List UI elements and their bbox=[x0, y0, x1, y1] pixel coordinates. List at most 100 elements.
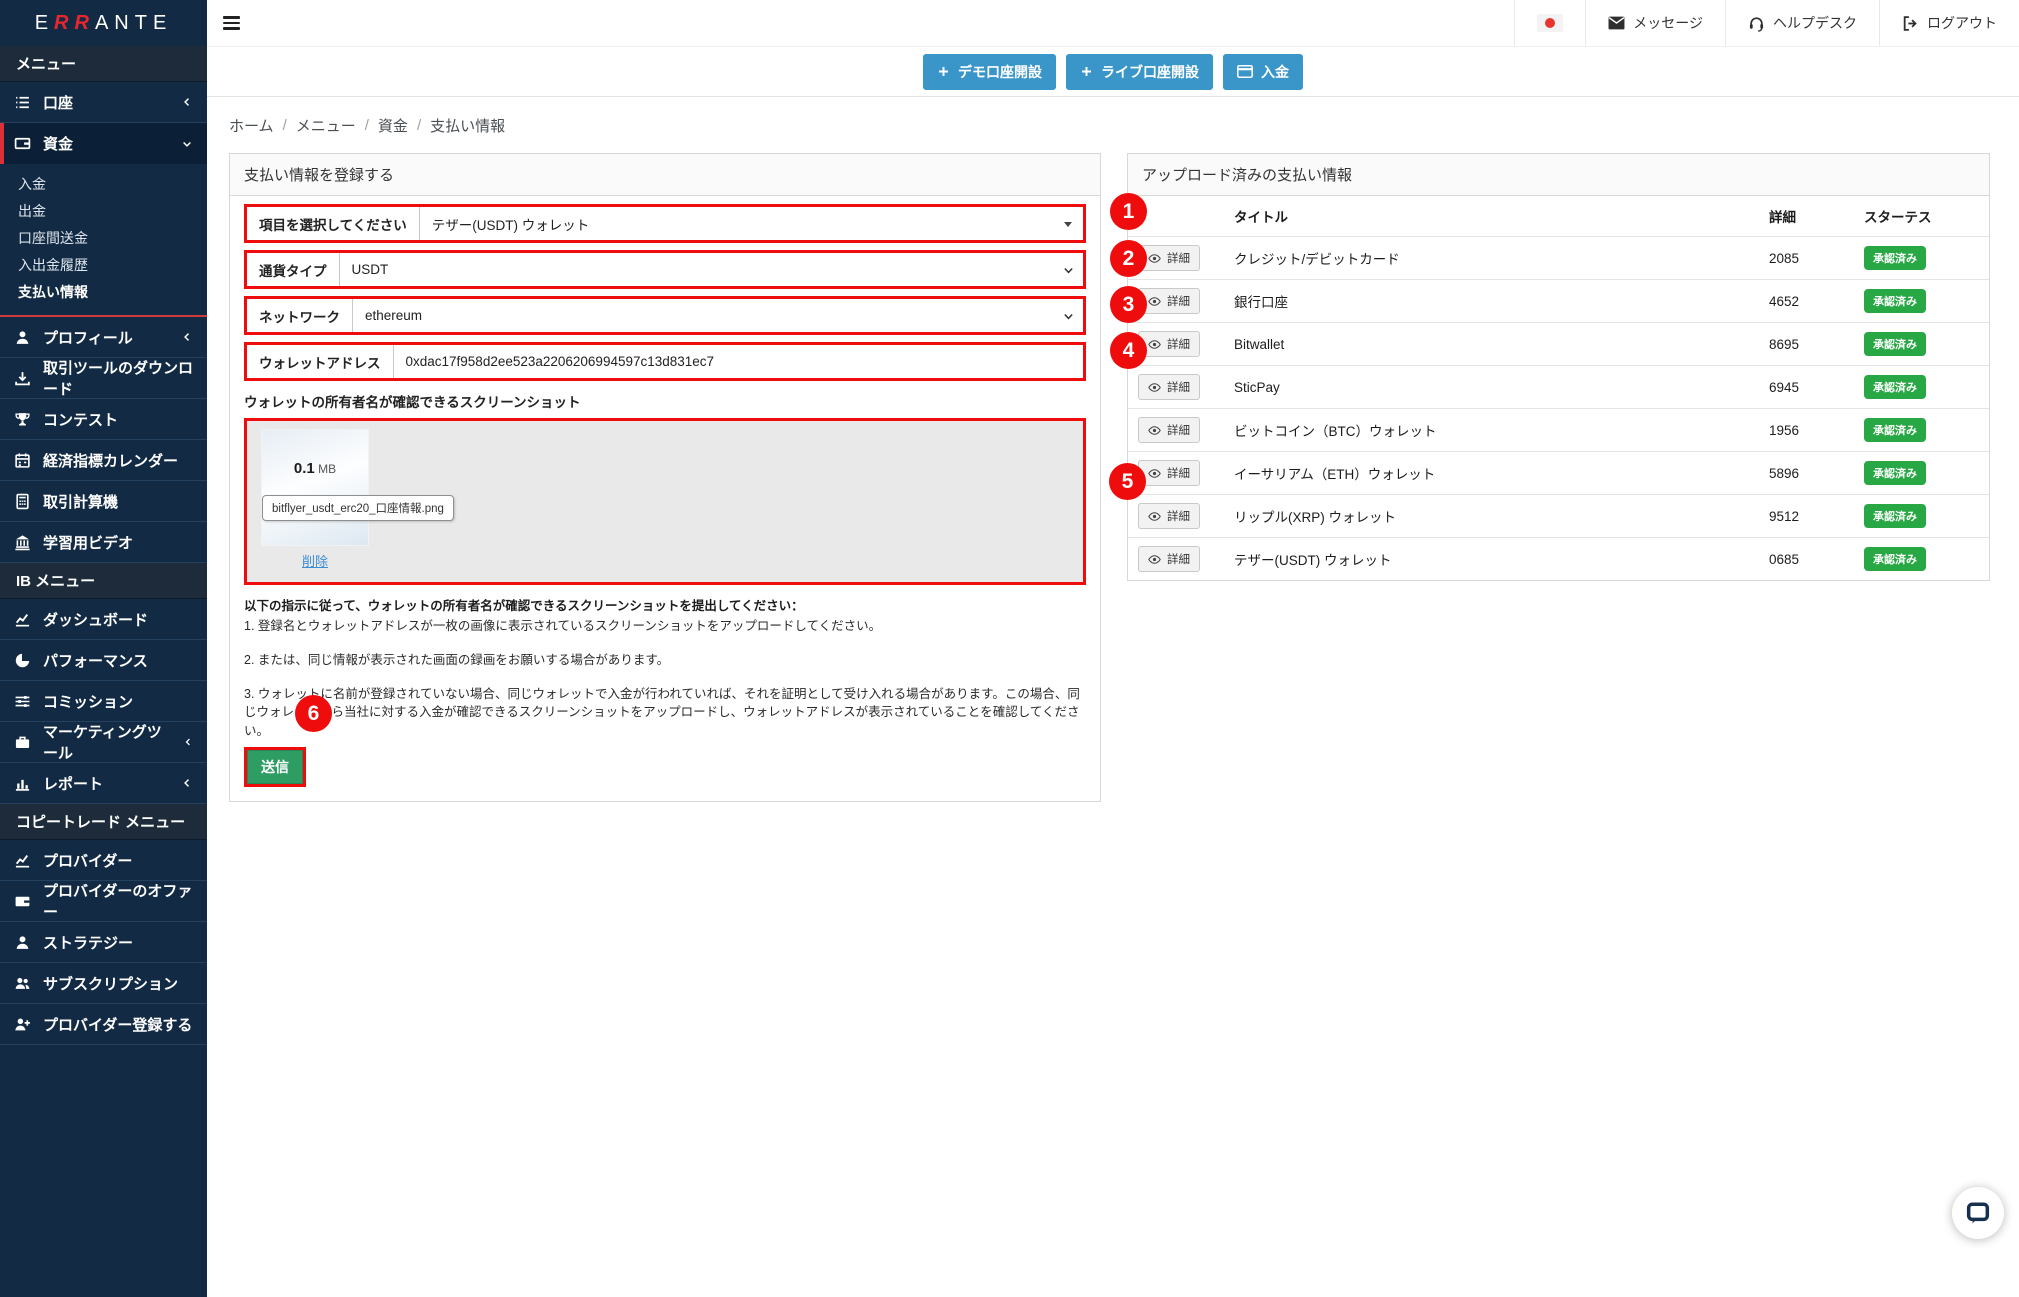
sidebar-item-label: サブスクリプション bbox=[43, 973, 178, 994]
detail-button-label: 詳細 bbox=[1167, 379, 1190, 395]
open-live-account-button[interactable]: ライブ口座開設 bbox=[1066, 54, 1213, 90]
sidebar-item-profile[interactable]: プロフィール bbox=[0, 317, 207, 358]
sidebar-subitem-internal-transfer[interactable]: 口座間送金 bbox=[0, 224, 207, 251]
sidebar-item-download-tools[interactable]: 取引ツールのダウンロード bbox=[0, 358, 207, 399]
sidebar-item-subscription[interactable]: サブスクリプション bbox=[0, 963, 207, 1004]
sidebar-item-provider[interactable]: プロバイダー bbox=[0, 840, 207, 881]
breadcrumb-menu[interactable]: メニュー bbox=[296, 115, 356, 136]
table-row: 詳細 SticPay 6945 承認済み bbox=[1128, 366, 1989, 409]
headset-icon bbox=[1748, 15, 1765, 32]
network-value: ethereum bbox=[365, 308, 422, 323]
table-row: 詳細 リップル(XRP) ウォレット 9512 承認済み bbox=[1128, 495, 1989, 538]
quick-actions-bar: デモ口座開設 ライブ口座開設 入金 bbox=[207, 47, 2019, 97]
payment-title: Bitwallet bbox=[1224, 323, 1759, 366]
wallet-address-label: ウォレットアドレス bbox=[247, 345, 394, 378]
eye-icon bbox=[1148, 511, 1161, 522]
detail-button[interactable]: 詳細 bbox=[1138, 546, 1200, 572]
sidebar-item-marketing-tools[interactable]: マーケティングツール bbox=[0, 722, 207, 763]
table-row: 詳細 クレジット/デビットカード 2085 承認済み bbox=[1128, 237, 1989, 280]
table-row: 詳細 イーサリアム（ETH）ウォレット 5896 承認済み bbox=[1128, 452, 1989, 495]
sidebar-section-label: コピートレード メニュー bbox=[16, 811, 185, 832]
sidebar-item-provider-offers[interactable]: プロバイダーのオファー bbox=[0, 881, 207, 922]
sidebar-section-ib-menu: IB メニュー bbox=[0, 563, 207, 599]
sidebar-item-trading-calculator[interactable]: 取引計算機 bbox=[0, 481, 207, 522]
messages-link[interactable]: メッセージ bbox=[1585, 0, 1725, 46]
detail-button[interactable]: 詳細 bbox=[1138, 374, 1200, 400]
logout-icon bbox=[1902, 15, 1919, 32]
instruction-step-1: 1. 登録名とウォレットアドレスが一枚の画像に表示されているスクリーンショットを… bbox=[244, 617, 1086, 636]
payment-title: ビットコイン（BTC）ウォレット bbox=[1224, 409, 1759, 452]
payment-code: 5896 bbox=[1759, 452, 1854, 495]
uploaded-file-thumbnail[interactable]: 0.1 MB bbox=[262, 430, 368, 545]
detail-button[interactable]: 詳細 bbox=[1138, 417, 1200, 443]
detail-button[interactable]: 詳細 bbox=[1138, 331, 1200, 357]
sidebar-item-strategy[interactable]: ストラテジー bbox=[0, 922, 207, 963]
payment-code: 0685 bbox=[1759, 538, 1854, 581]
japan-flag-icon bbox=[1537, 14, 1563, 32]
trophy-icon bbox=[14, 411, 31, 428]
currency-type-select[interactable]: USDT bbox=[340, 253, 1084, 286]
submit-button[interactable]: 送信 bbox=[247, 750, 303, 784]
delete-file-link[interactable]: 削除 bbox=[287, 551, 343, 570]
status-badge: 承認済み bbox=[1864, 547, 1926, 571]
detail-button[interactable]: 詳細 bbox=[1138, 245, 1200, 271]
sidebar-item-dashboard[interactable]: ダッシュボード bbox=[0, 599, 207, 640]
detail-button[interactable]: 詳細 bbox=[1138, 460, 1200, 486]
chevron-left-icon bbox=[181, 777, 193, 789]
helpdesk-link[interactable]: ヘルプデスク bbox=[1725, 0, 1879, 46]
logout-link[interactable]: ログアウト bbox=[1879, 0, 2019, 46]
sidebar-item-label: 口座 bbox=[43, 92, 73, 113]
detail-button[interactable]: 詳細 bbox=[1138, 288, 1200, 314]
credit-card-icon bbox=[1237, 65, 1253, 78]
eye-icon bbox=[1148, 425, 1161, 436]
sidebar-subitem-deposit[interactable]: 入金 bbox=[0, 170, 207, 197]
sidebar-subitem-withdrawal[interactable]: 出金 bbox=[0, 197, 207, 224]
sidebar-item-accounts[interactable]: 口座 bbox=[0, 82, 207, 123]
wallet-address-input[interactable]: 0xdac17f958d2ee523a2206206994597c13d831e… bbox=[394, 345, 1084, 378]
detail-button[interactable]: 詳細 bbox=[1138, 503, 1200, 529]
sidebar-item-reports[interactable]: レポート bbox=[0, 763, 207, 804]
screenshot-upload-area[interactable]: 0.1 MB bitflyer_usdt_erc20_口座情報.png 削除 bbox=[244, 418, 1086, 585]
file-name-tooltip: bitflyer_usdt_erc20_口座情報.png bbox=[262, 495, 454, 521]
open-demo-account-button[interactable]: デモ口座開設 bbox=[923, 54, 1056, 90]
detail-button-label: 詳細 bbox=[1167, 422, 1190, 438]
sidebar-subitem-transaction-history[interactable]: 入出金履歴 bbox=[0, 251, 207, 278]
item-type-select[interactable]: テザー(USDT) ウォレット bbox=[420, 207, 1083, 240]
sidebar-item-economic-calendar[interactable]: 経済指標カレンダー bbox=[0, 440, 207, 481]
sidebar-item-label: プロバイダー登録する bbox=[43, 1014, 192, 1035]
payment-title: リップル(XRP) ウォレット bbox=[1224, 495, 1759, 538]
menu-toggle-icon[interactable] bbox=[207, 0, 256, 46]
topbar: メッセージ ヘルプデスク ログアウト bbox=[207, 0, 2019, 47]
sidebar-item-register-provider[interactable]: プロバイダー登録する bbox=[0, 1004, 207, 1045]
payment-code: 2085 bbox=[1759, 237, 1854, 280]
language-selector[interactable] bbox=[1514, 0, 1585, 46]
payment-code: 9512 bbox=[1759, 495, 1854, 538]
sidebar-item-learning-videos[interactable]: 学習用ビデオ bbox=[0, 522, 207, 563]
instruction-step-2: 2. または、同じ情報が表示された画面の録画をお願いする場合があります。 bbox=[244, 651, 1086, 670]
sidebar-item-funds[interactable]: 資金 bbox=[0, 123, 207, 164]
sidebar-item-performance[interactable]: パフォーマンス bbox=[0, 640, 207, 681]
eye-icon bbox=[1148, 468, 1161, 479]
breadcrumb: ホーム / メニュー / 資金 / 支払い情報 bbox=[229, 115, 2019, 136]
live-chat-button[interactable] bbox=[1952, 1187, 2004, 1239]
briefcase-icon bbox=[14, 734, 31, 751]
annotation-step-2: 2 bbox=[1110, 240, 1147, 277]
breadcrumb-home[interactable]: ホーム bbox=[229, 115, 274, 136]
network-select[interactable]: ethereum bbox=[353, 299, 1083, 332]
breadcrumb-funds[interactable]: 資金 bbox=[378, 115, 408, 136]
funds-submenu: 入金 出金 口座間送金 入出金履歴 支払い情報 bbox=[0, 164, 207, 317]
sidebar-subitem-payment-info[interactable]: 支払い情報 bbox=[0, 278, 207, 305]
sidebar-item-contest[interactable]: コンテスト bbox=[0, 399, 207, 440]
item-type-value: テザー(USDT) ウォレット bbox=[432, 214, 590, 234]
sidebar-item-commission[interactable]: コミッション bbox=[0, 681, 207, 722]
screenshot-section-label: ウォレットの所有者名が確認できるスクリーンショット bbox=[244, 391, 1086, 411]
sidebar-item-label: マーケティングツール bbox=[43, 721, 171, 763]
file-size: 0.1 MB bbox=[262, 460, 368, 477]
register-payment-info-panel: 支払い情報を登録する 項目を選択してください テザー(USDT) ウォレット 通… bbox=[229, 153, 1101, 802]
field-row-currency-type: 通貨タイプ USDT bbox=[244, 250, 1086, 289]
payment-code: 4652 bbox=[1759, 280, 1854, 323]
deposit-button[interactable]: 入金 bbox=[1223, 54, 1303, 90]
annotation-step-1: 1 bbox=[1110, 193, 1147, 230]
logout-label: ログアウト bbox=[1927, 13, 1997, 33]
brand-logo[interactable]: ERRANTE bbox=[0, 0, 207, 46]
